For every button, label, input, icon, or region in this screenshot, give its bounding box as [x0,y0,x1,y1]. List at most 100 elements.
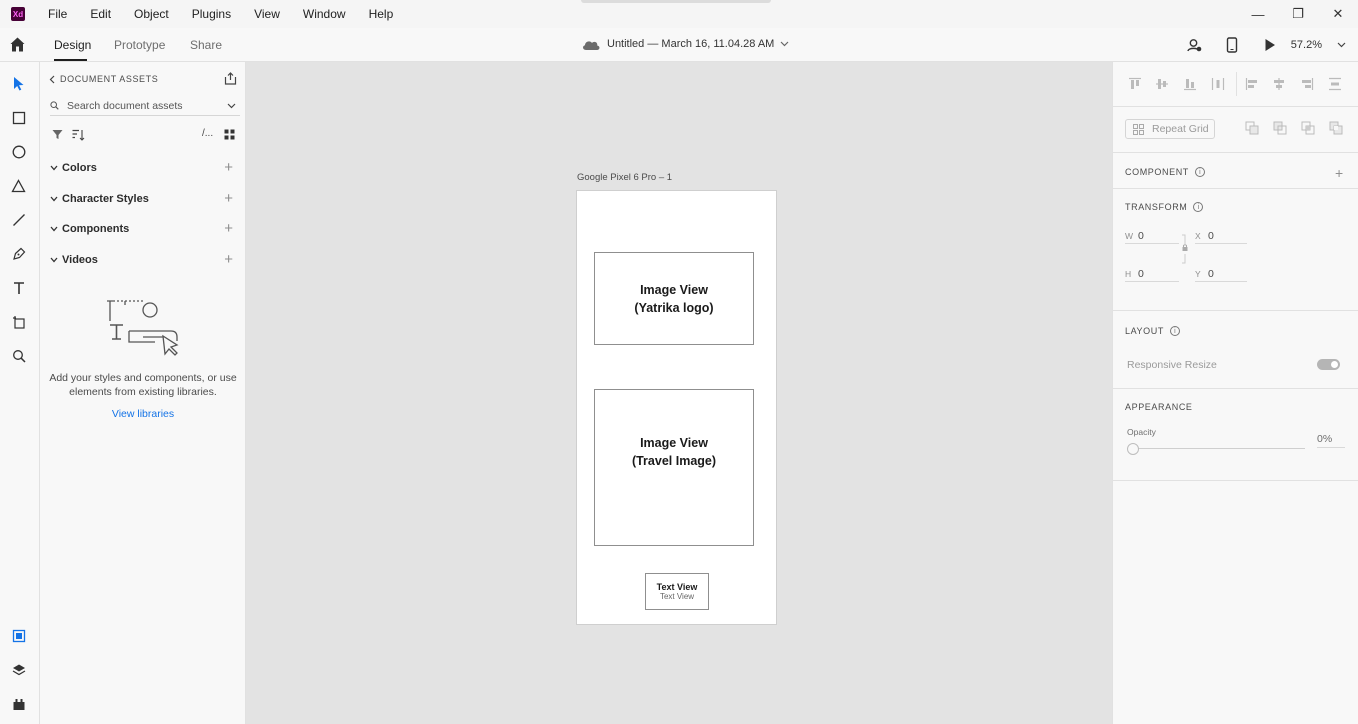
toolbar: Design Prototype Share Untitled — March … [0,28,1358,62]
align-right-icon[interactable] [1300,77,1314,91]
menu-file[interactable]: File [48,7,67,21]
repeat-grid-icon [1133,123,1144,135]
image-view-travel-box[interactable]: Image View (Travel Image) [594,389,754,546]
layout-section-header: LAYOUT i [1125,326,1180,336]
text-view-title: Text View [656,581,698,592]
align-top-icon[interactable] [1128,77,1142,91]
assets-back-button[interactable]: DOCUMENT ASSETS [49,74,158,84]
rectangle-tool-icon[interactable] [10,109,27,126]
width-field[interactable]: W 0 [1125,228,1179,244]
menu-window[interactable]: Window [303,7,346,21]
image-view-travel-label: Image View (Travel Image) [631,435,717,468]
responsive-resize-toggle[interactable] [1317,359,1340,370]
xd-logo-icon: Xd [11,7,25,21]
transform-section-header: TRANSFORM i [1125,202,1204,212]
align-left-icon[interactable] [1245,77,1259,91]
section-colors[interactable]: Colors + [49,159,233,176]
device-preview-icon[interactable] [1223,36,1241,54]
sort-icon[interactable] [72,129,85,141]
image-view-logo-label: Image View (Yatrika logo) [634,282,714,315]
image-view-logo-box[interactable]: Image View (Yatrika logo) [594,252,754,345]
path-filter-toggle[interactable]: /... [202,128,213,139]
section-videos-label: Videos [62,254,98,266]
x-field[interactable]: X 0 [1195,228,1247,244]
close-button[interactable]: ✕ [1318,0,1358,28]
add-video-button[interactable]: + [224,251,233,268]
opacity-slider-handle[interactable] [1127,443,1139,455]
pen-tool-icon[interactable] [10,245,27,262]
user-share-icon[interactable] [1185,36,1203,54]
grid-view-icon[interactable] [224,129,235,140]
component-section-header: COMPONENT i [1125,167,1205,177]
section-components[interactable]: Components + [49,220,233,237]
info-icon[interactable]: i [1194,167,1205,177]
info-icon[interactable]: i [1169,326,1180,336]
empty-assets-message: Add your styles and components, or use e… [49,372,237,398]
search-input[interactable] [67,99,217,112]
menu-help[interactable]: Help [369,7,394,21]
artboard-name[interactable]: Google Pixel 6 Pro – 1 [577,172,672,183]
y-value: 0 [1208,267,1214,280]
plugins-panel-icon[interactable] [10,695,27,712]
repeat-grid-button[interactable]: Repeat Grid [1125,119,1215,139]
artboard[interactable]: Image View (Yatrika logo) Image View (Tr… [576,190,777,625]
tool-rail [0,62,40,724]
boolean-exclude-icon[interactable] [1329,121,1343,135]
tab-design[interactable]: Design [54,38,91,52]
search-chevron-down-icon[interactable] [227,103,236,109]
tab-share[interactable]: Share [190,38,222,52]
polygon-tool-icon[interactable] [10,177,27,194]
add-component-state-button[interactable]: + [1335,165,1343,181]
appearance-section-header: APPEARANCE [1125,402,1193,412]
menu-object[interactable]: Object [134,7,169,21]
menu-view[interactable]: View [254,7,280,21]
tab-prototype[interactable]: Prototype [114,38,165,52]
select-tool-icon[interactable] [10,75,27,92]
add-character-style-button[interactable]: + [224,190,233,207]
align-bottom-icon[interactable] [1183,77,1197,91]
ellipse-tool-icon[interactable] [10,143,27,160]
menu-edit[interactable]: Edit [90,7,111,21]
y-field[interactable]: Y 0 [1195,266,1247,282]
layout-label: LAYOUT [1125,326,1164,336]
active-tab-indicator [54,59,87,61]
opacity-input[interactable]: 0% [1317,433,1345,448]
boolean-subtract-icon[interactable] [1273,121,1287,135]
zoom-chevron-down-icon[interactable] [1332,36,1350,54]
menu-plugins[interactable]: Plugins [192,7,231,21]
document-title-button[interactable]: Untitled — March 16, 11.04.28 AM [581,37,789,51]
boolean-intersect-icon[interactable] [1301,121,1315,135]
section-videos[interactable]: Videos + [49,251,233,268]
line-tool-icon[interactable] [10,211,27,228]
assets-panel-icon[interactable] [10,627,27,644]
add-component-button[interactable]: + [224,220,233,237]
align-middle-icon[interactable] [1155,77,1169,91]
add-color-button[interactable]: + [224,159,233,176]
text-tool-icon[interactable] [10,279,27,296]
minimize-button[interactable]: — [1238,0,1278,28]
design-canvas[interactable]: Google Pixel 6 Pro – 1 Image View (Yatri… [246,62,1112,724]
play-preview-icon[interactable] [1261,36,1279,54]
chevron-down-icon [50,257,58,263]
export-icon[interactable] [224,72,237,85]
lock-aspect-icon[interactable] [1180,234,1190,264]
filter-icon[interactable] [52,129,63,140]
artboard-tool-icon[interactable] [10,313,27,330]
text-view-box[interactable]: Text View Text View [645,573,709,610]
home-icon[interactable] [9,36,26,53]
distribute-vertical-icon[interactable] [1328,77,1342,91]
divider [1113,310,1358,311]
view-libraries-link[interactable]: View libraries [40,408,246,420]
height-field[interactable]: H 0 [1125,266,1179,282]
align-center-icon[interactable] [1272,77,1286,91]
zoom-level[interactable]: 57.2% [1291,39,1322,51]
opacity-slider[interactable] [1127,443,1305,455]
section-character-styles[interactable]: Character Styles + [49,190,233,207]
section-character-styles-label: Character Styles [62,193,149,205]
info-icon[interactable]: i [1193,202,1204,212]
boolean-add-icon[interactable] [1245,121,1259,135]
distribute-horizontal-icon[interactable] [1211,77,1225,91]
zoom-tool-icon[interactable] [10,347,27,364]
layers-panel-icon[interactable] [10,661,27,678]
restore-button[interactable]: ❐ [1278,0,1318,28]
